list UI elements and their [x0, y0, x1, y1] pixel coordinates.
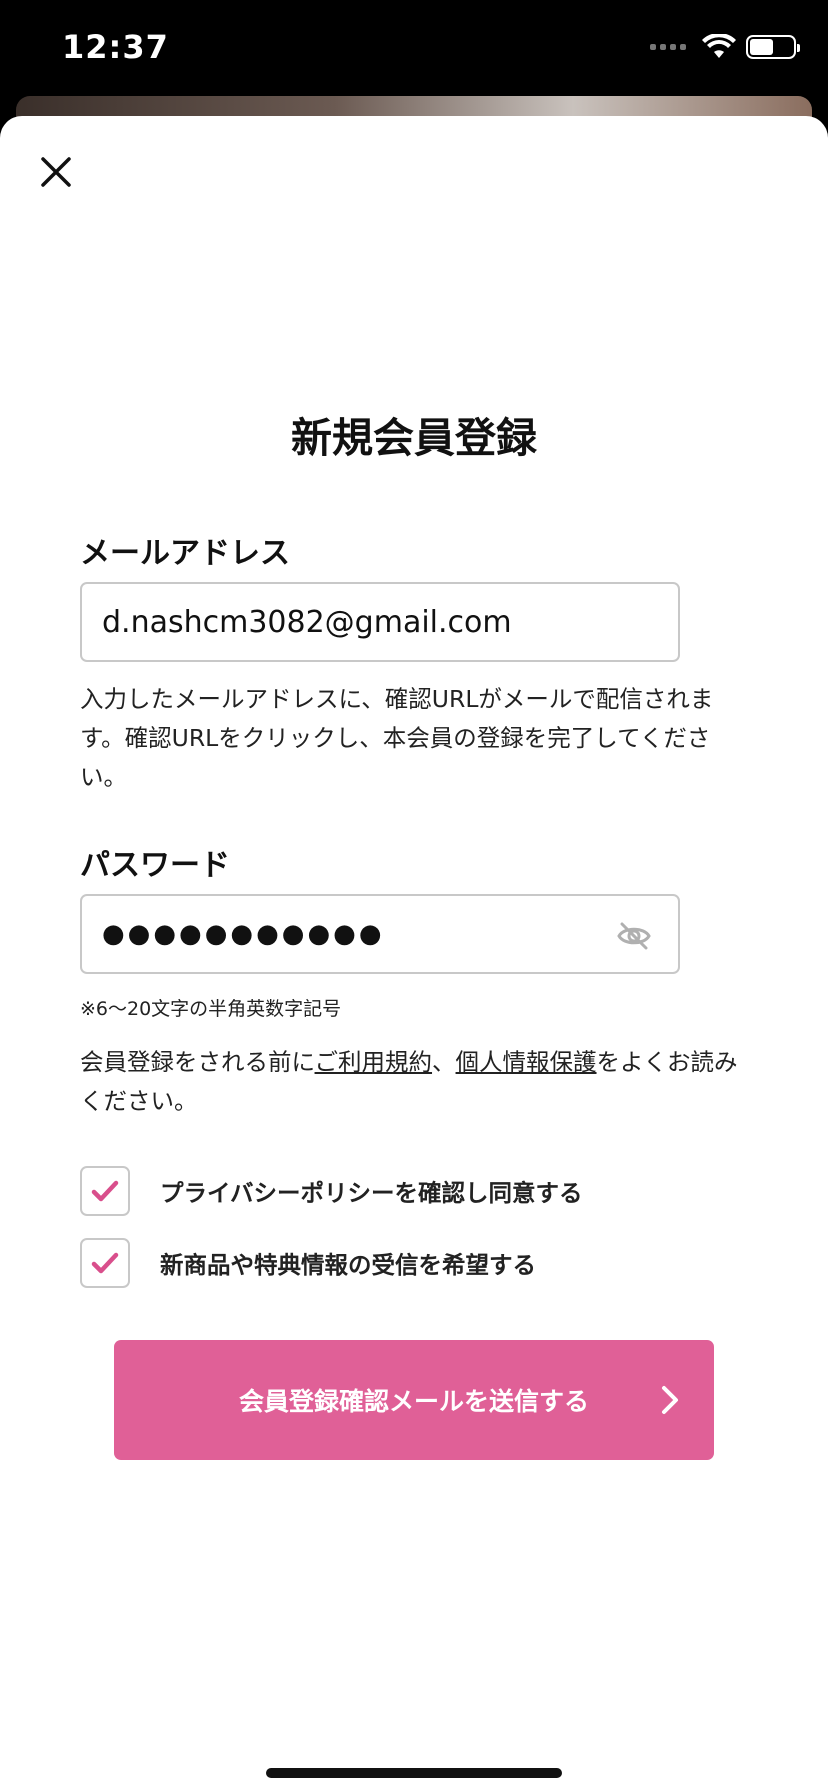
password-hint: ※6〜20文字の半角英数字記号 — [80, 998, 342, 1020]
privacy-agree-label: プライバシーポリシーを確認し同意する — [160, 1179, 583, 1207]
email-label: メールアドレス — [80, 536, 290, 571]
privacy-agree-checkbox[interactable] — [80, 1166, 130, 1216]
home-indicator — [266, 1768, 562, 1778]
privacy-agree-row: プライバシーポリシーを確認し同意する — [80, 1166, 583, 1216]
email-help-text: 入力したメールアドレスに、確認URLがメールで配信されます。確認URLをクリック… — [80, 685, 714, 791]
eye-off-icon[interactable] — [616, 918, 652, 954]
privacy-protection-link[interactable]: 個人情報保護 — [456, 1048, 597, 1076]
newsletter-optin-row: 新商品や特典情報の受信を希望する — [80, 1238, 536, 1288]
password-label: パスワード — [80, 848, 230, 883]
terms-text: 会員登録をされる前にご利用規約、個人情報保護をよくお読みください。 — [80, 1043, 760, 1121]
newsletter-optin-label: 新商品や特典情報の受信を希望する — [160, 1251, 536, 1279]
check-icon — [91, 1252, 119, 1274]
newsletter-optin-checkbox[interactable] — [80, 1238, 130, 1288]
status-time: 12:37 — [62, 28, 169, 66]
close-icon — [41, 157, 71, 187]
battery-icon — [746, 35, 800, 59]
close-button[interactable] — [36, 152, 76, 192]
terms-prefix: 会員登録をされる前に — [80, 1048, 315, 1076]
terms-separator: 、 — [432, 1048, 456, 1076]
submit-button-label: 会員登録確認メールを送信する — [238, 1387, 589, 1416]
registration-sheet: 新規会員登録 メールアドレス d.nashcm3082@gmail.com 入力… — [0, 116, 828, 1792]
wifi-icon — [702, 34, 736, 58]
send-confirmation-email-button[interactable]: 会員登録確認メールを送信する — [114, 1340, 714, 1460]
email-value: d.nashcm3082@gmail.com — [102, 604, 512, 640]
password-masked-value: ●●●●●●●●●●● — [102, 919, 385, 949]
password-field[interactable]: ●●●●●●●●●●● — [80, 894, 680, 974]
check-icon — [91, 1180, 119, 1202]
signal-icon — [650, 44, 686, 50]
status-bar: 12:37 — [0, 0, 828, 100]
status-icons — [650, 34, 800, 60]
terms-of-use-link[interactable]: ご利用規約 — [315, 1048, 433, 1076]
chevron-right-icon — [662, 1386, 678, 1414]
page-title: 新規会員登録 — [291, 414, 537, 462]
email-field[interactable]: d.nashcm3082@gmail.com — [80, 582, 680, 662]
